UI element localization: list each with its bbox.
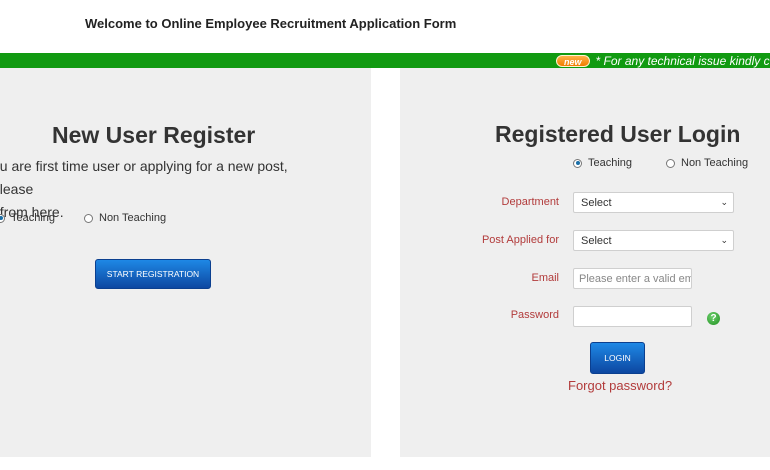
start-registration-button[interactable]: START REGISTRATION — [95, 259, 211, 289]
ticker-message[interactable]: * For any technical issue kindly c — [596, 54, 770, 68]
register-radio-teaching[interactable]: Teaching — [0, 212, 55, 224]
radio-checked-icon[interactable] — [0, 213, 5, 223]
login-title: Registered User Login — [495, 121, 741, 147]
radio-label: Non Teaching — [99, 212, 167, 224]
post-applied-label: Post Applied for — [481, 234, 559, 246]
radio-label: Non Teaching — [681, 157, 749, 169]
post-applied-select[interactable]: Select ⌄ — [573, 230, 734, 251]
radio-checked-icon[interactable] — [573, 158, 582, 168]
password-field[interactable] — [573, 306, 692, 327]
forgot-password-link[interactable]: Forgot password? — [568, 378, 672, 393]
radio-unchecked-icon[interactable] — [666, 158, 675, 168]
login-button[interactable]: LOGIN — [590, 342, 645, 374]
register-radio-non-teaching[interactable]: Non Teaching — [84, 212, 166, 224]
radio-unchecked-icon[interactable] — [84, 213, 93, 223]
post-select-value: Select — [581, 234, 612, 247]
radio-label: Teaching — [588, 157, 633, 169]
department-select[interactable]: Select ⌄ — [573, 192, 734, 213]
radio-label: Teaching — [11, 212, 56, 224]
password-label: Password — [510, 309, 559, 321]
register-description-line: ou are first time user or applying for a… — [0, 158, 288, 197]
email-field[interactable]: Please enter a valid email — [573, 268, 692, 289]
page-title: Welcome to Online Employee Recruitment A… — [85, 16, 457, 31]
help-icon[interactable]: ? — [707, 312, 720, 325]
new-badge: new — [556, 54, 590, 67]
chevron-down-icon: ⌄ — [720, 197, 728, 207]
department-label: Department — [501, 196, 559, 208]
register-title: New User Register — [52, 122, 256, 148]
chevron-down-icon: ⌄ — [720, 235, 728, 245]
department-select-value: Select — [581, 196, 612, 209]
login-panel: Registered User Login Teaching Non Teach… — [400, 68, 770, 457]
email-label: Email — [531, 272, 559, 284]
login-radio-non-teaching[interactable]: Non Teaching — [666, 157, 748, 169]
email-placeholder: Please enter a valid email — [579, 272, 691, 285]
register-panel: New User Register ou are first time user… — [0, 68, 371, 457]
login-radio-teaching[interactable]: Teaching — [573, 157, 632, 169]
news-ticker: new * For any technical issue kindly c — [0, 53, 770, 68]
